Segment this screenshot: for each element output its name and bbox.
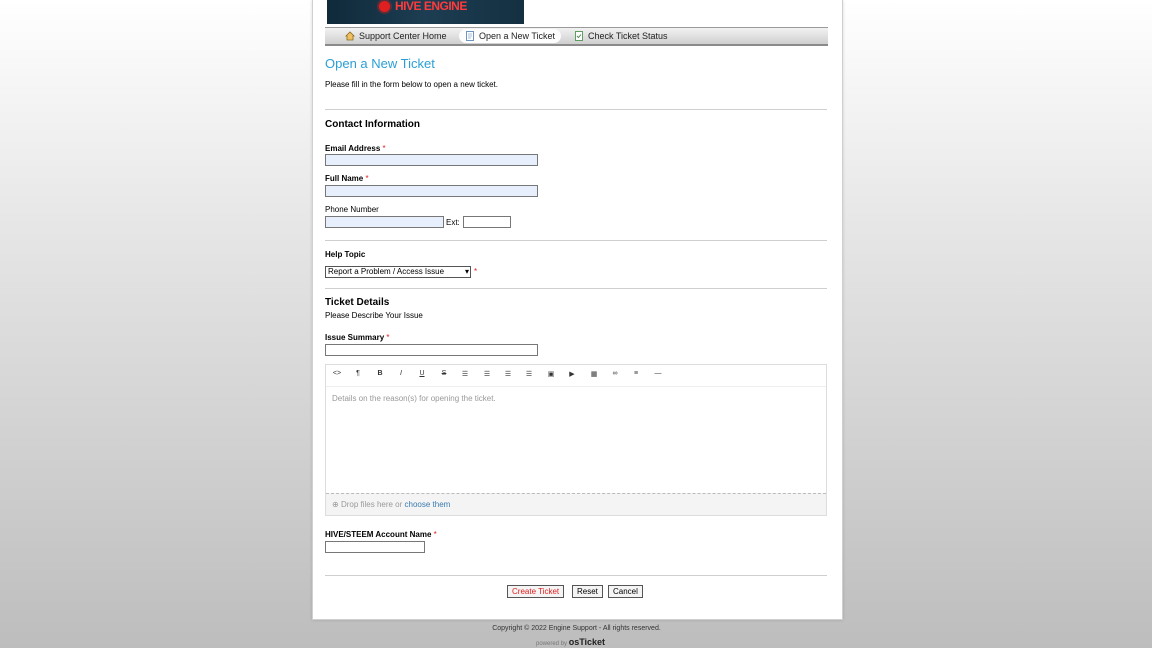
table-icon[interactable]: ▦ (588, 370, 600, 378)
divider (325, 240, 827, 241)
full-name-field[interactable] (325, 185, 538, 197)
nav-open-new-ticket[interactable]: Open a New Ticket (459, 29, 562, 43)
help-topic-selected: Report a Problem / Access Issue (328, 267, 445, 276)
nav-label: Support Center Home (359, 31, 447, 41)
align-icon[interactable]: ≡ (630, 370, 642, 377)
paragraph-icon[interactable]: ¶ (352, 370, 364, 377)
required-mark: * (386, 333, 390, 342)
banner-logo-text: HIVE ENGINE (395, 0, 467, 13)
email-field[interactable] (325, 154, 538, 166)
phone-ext-field[interactable] (463, 216, 511, 228)
account-name-label: HIVE/STEEM Account Name * (325, 530, 437, 539)
full-name-label: Full Name * (325, 174, 369, 183)
contact-section-title: Contact Information (325, 119, 420, 130)
nav-check-ticket-status[interactable]: Check Ticket Status (568, 29, 674, 43)
indent-icon[interactable]: ☰ (523, 370, 535, 378)
required-mark: * (382, 144, 386, 153)
video-icon[interactable]: ▶ (566, 370, 578, 378)
required-mark: * (365, 174, 369, 183)
issue-summary-label-text: Issue Summary (325, 333, 385, 342)
reset-button[interactable]: Reset (572, 585, 603, 598)
file-drop-zone[interactable]: ⊕ Drop files here or choose them (326, 493, 826, 515)
phone-label: Phone Number (325, 205, 379, 214)
cancel-button[interactable]: Cancel (608, 585, 643, 598)
osticket-logo: osTicket (568, 637, 606, 647)
email-label-text: Email Address (325, 144, 381, 153)
help-topic-label: Help Topic (325, 250, 366, 259)
outdent-icon[interactable]: ☰ (502, 370, 514, 378)
divider (325, 288, 827, 289)
underline-icon[interactable]: U (416, 370, 428, 377)
page-title: Open a New Ticket (325, 56, 435, 71)
italic-icon[interactable]: I (395, 370, 407, 377)
page-intro: Please fill in the form below to open a … (325, 80, 498, 89)
new-ticket-icon (466, 31, 474, 41)
home-icon (345, 31, 355, 41)
divider (325, 109, 827, 110)
full-name-label-text: Full Name (325, 174, 364, 183)
footer-copyright: Copyright © 2022 Engine Support - All ri… (492, 625, 661, 632)
nav-label: Open a New Ticket (479, 31, 556, 41)
strikethrough-icon[interactable]: S (438, 370, 450, 377)
numbered-list-icon[interactable]: ☰ (481, 370, 493, 378)
email-label: Email Address * (325, 144, 386, 153)
bold-icon[interactable]: B (374, 370, 386, 377)
ticket-status-icon (575, 31, 583, 41)
image-icon[interactable]: ▣ (545, 370, 557, 378)
drop-text: Drop files here or (340, 500, 403, 509)
chevron-down-icon: ▾ (464, 267, 469, 276)
html-code-icon[interactable]: <> (331, 370, 343, 377)
powered-by[interactable]: powered by osTicket (536, 637, 605, 647)
required-mark: * (433, 530, 437, 539)
create-ticket-button[interactable]: Create Ticket (507, 585, 565, 598)
account-name-field[interactable] (325, 541, 425, 553)
upload-icon: ⊕ (332, 500, 339, 509)
divider (325, 575, 827, 576)
bulleted-list-icon[interactable]: ☰ (459, 370, 471, 378)
horizontal-rule-icon[interactable]: — (652, 370, 664, 377)
powered-by-text: powered by (536, 641, 568, 647)
required-mark: * (474, 267, 478, 276)
nav-bar: Support Center Home Open a New Ticket Ch… (325, 27, 828, 46)
account-name-label-text: HIVE/STEEM Account Name (325, 530, 432, 539)
page-container: HIVE ENGINE Support Center Home Open a N… (312, 0, 843, 620)
issue-summary-field[interactable] (325, 344, 538, 356)
editor-toolbar: <> ¶ B I U S ☰ ☰ ☰ ☰ ▣ ▶ ▦ ∞ ≡ — (326, 365, 826, 387)
phone-field[interactable] (325, 216, 444, 228)
ext-label: Ext: (446, 218, 460, 227)
link-icon[interactable]: ∞ (609, 370, 621, 377)
hive-engine-banner: HIVE ENGINE (327, 0, 524, 24)
nav-label: Check Ticket Status (588, 31, 668, 41)
editor-placeholder[interactable]: Details on the reason(s) for opening the… (332, 394, 496, 403)
issue-summary-label: Issue Summary * (325, 333, 390, 342)
nav-support-center-home[interactable]: Support Center Home (339, 29, 453, 43)
help-topic-select[interactable]: Report a Problem / Access Issue ▾ (325, 266, 471, 278)
ticket-details-subtitle: Please Describe Your Issue (325, 311, 423, 320)
rich-text-editor: <> ¶ B I U S ☰ ☰ ☰ ☰ ▣ ▶ ▦ ∞ ≡ — Details… (325, 364, 827, 516)
hive-logo-icon (379, 1, 390, 12)
ticket-details-title: Ticket Details (325, 297, 390, 308)
choose-files-link[interactable]: choose them (405, 500, 451, 509)
